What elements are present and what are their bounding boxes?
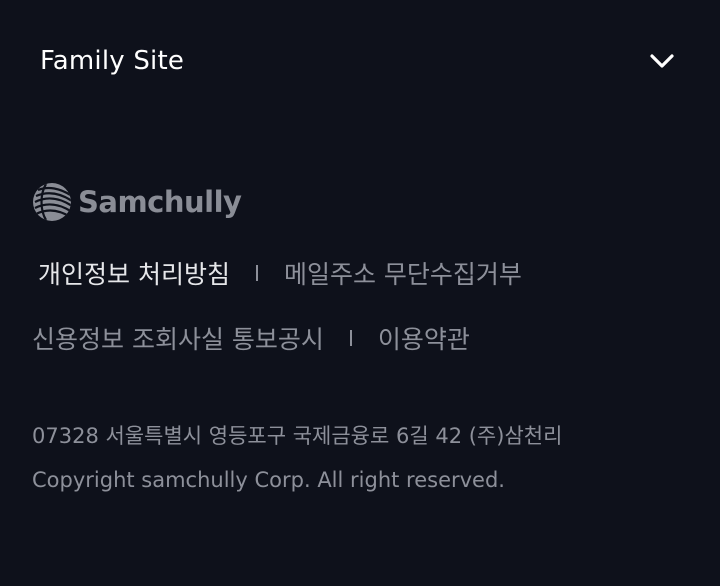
family-site-dropdown[interactable]: Family Site [0, 28, 720, 94]
privacy-policy-link[interactable]: 개인정보 처리방침 [38, 255, 230, 291]
logo-text: Samchully [78, 185, 242, 219]
samchully-logo-mark-icon [33, 183, 71, 221]
family-site-label: Family Site [40, 46, 185, 76]
credit-notice-link[interactable]: 신용정보 조회사실 통보공시 [32, 320, 324, 356]
samchully-logo[interactable]: Samchully [32, 180, 242, 224]
email-refusal-link[interactable]: 메일주소 무단수집거부 [284, 255, 522, 291]
terms-link[interactable]: 이용약관 [378, 320, 470, 356]
link-divider [255, 265, 258, 281]
link-divider [349, 330, 352, 346]
chevron-down-icon[interactable] [648, 47, 676, 75]
company-address: 07328 서울특별시 영등포구 국제금융로 6길 42 (주)삼천리 [32, 424, 563, 448]
site-footer: Family Site Samchully 개인정보 처리방침 메일주소 무단수… [0, 0, 720, 586]
footer-links-row-2: 신용정보 조회사실 통보공시 이용약관 [32, 318, 470, 358]
copyright-text: Copyright samchully Corp. All right rese… [32, 468, 505, 492]
footer-links-row-1: 개인정보 처리방침 메일주소 무단수집거부 [32, 253, 522, 293]
